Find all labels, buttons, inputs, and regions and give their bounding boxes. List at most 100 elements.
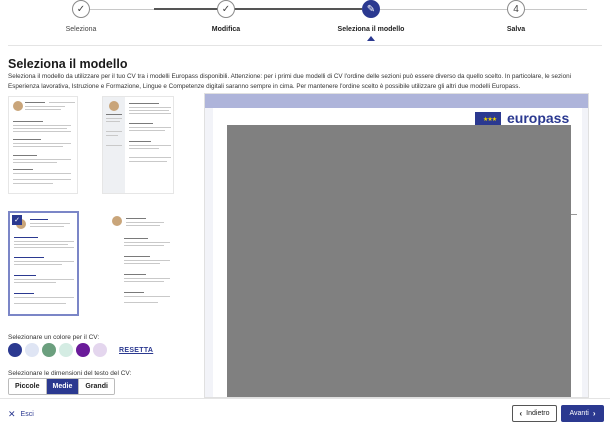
thumb-line (129, 113, 171, 115)
avatar (13, 101, 23, 111)
step-label: Salva (506, 26, 526, 33)
thumb-line (14, 264, 62, 266)
thumb-line (13, 143, 71, 145)
template-thumbnail-3-selected[interactable]: ✓ (8, 211, 79, 316)
exit-label: Esci (20, 411, 34, 418)
color-label: Selezionare un colore per il CV: (8, 334, 100, 341)
thumb-line (30, 223, 70, 225)
page-title: Seleziona il modello (8, 57, 128, 71)
thumb-line (129, 130, 165, 132)
thumb-line (124, 242, 170, 244)
active-step-caret (367, 36, 375, 41)
color-swatch-light-purple[interactable] (93, 343, 107, 357)
thumb-line (124, 256, 150, 258)
template-thumbnail-2[interactable] (102, 96, 174, 194)
template-thumbnail-4[interactable] (103, 211, 175, 315)
thumb-line (106, 145, 122, 147)
thumb-line (13, 139, 41, 141)
thumb-line (106, 135, 118, 137)
thumb-line (124, 281, 164, 283)
back-button[interactable]: ‹ Indietro (512, 405, 557, 422)
color-swatch-light-blue[interactable] (25, 343, 39, 357)
back-label: Indietro (526, 410, 550, 417)
size-option-small[interactable]: Piccole (9, 379, 47, 394)
thumb-line (129, 141, 151, 143)
thumb-line (126, 218, 146, 220)
thumb-line (13, 146, 63, 148)
thumb-line (14, 257, 44, 259)
thumb-line (106, 121, 120, 123)
thumb-line (106, 114, 122, 116)
avatar (109, 101, 119, 111)
step-label: Seleziona (65, 26, 97, 33)
template-thumbnail-1[interactable] (8, 96, 78, 194)
color-swatch-dark-blue[interactable] (8, 343, 22, 357)
check-icon: ✓ (217, 0, 235, 18)
footer-divider (0, 398, 610, 399)
thumb-line (13, 159, 71, 161)
step-salva[interactable]: 4 Salva (456, 0, 576, 33)
thumb-line (13, 179, 71, 181)
thumb-line (13, 128, 67, 130)
thumb-line (129, 107, 171, 109)
thumb-line (13, 131, 71, 133)
step-modifica[interactable]: ✓ Modifica (166, 0, 286, 33)
avatar (112, 216, 122, 226)
check-icon: ✓ (72, 0, 90, 18)
thumb-line (13, 173, 71, 175)
chevron-right-icon: › (592, 409, 596, 418)
color-swatch-light-green[interactable] (59, 343, 73, 357)
thumb-line (14, 244, 68, 246)
exit-link[interactable]: ✕ Esci (8, 409, 34, 420)
check-icon: ✓ (12, 215, 22, 225)
thumb-line (124, 302, 158, 304)
preview-mark (571, 214, 577, 215)
thumb-line (124, 263, 160, 265)
thumb-line (124, 245, 164, 247)
thumb-line (14, 293, 34, 295)
step-label: Seleziona il modello (337, 26, 405, 33)
thumb-line (13, 169, 33, 171)
thumb-line (129, 145, 171, 147)
thumb-line (14, 237, 38, 239)
preview-header-band (205, 94, 588, 108)
next-button[interactable]: Avanti › (561, 405, 604, 422)
thumb-line (25, 102, 45, 104)
step-seleziona[interactable]: ✓ Seleziona (21, 0, 141, 33)
step-seleziona-modello[interactable]: ✎ Seleziona il modello (311, 0, 431, 41)
cv-preview: ★★★ europass (204, 93, 589, 398)
thumb-line (30, 226, 64, 228)
reset-color-link[interactable]: RESETTA (119, 347, 153, 354)
edit-icon: ✎ (362, 0, 380, 18)
thumb-line (13, 125, 71, 127)
thumb-line (106, 131, 122, 133)
thumb-line (14, 247, 74, 249)
thumb-line (14, 261, 74, 263)
color-swatch-purple[interactable] (76, 343, 90, 357)
color-swatch-green[interactable] (42, 343, 56, 357)
europass-logo: europass (507, 110, 570, 126)
thumb-line (129, 161, 167, 163)
step-number: 4 (507, 0, 525, 18)
text-size-label: Selezionare le dimensioni del testo del … (8, 370, 132, 377)
thumb-line (129, 148, 159, 150)
thumb-line (124, 260, 170, 262)
chevron-left-icon: ‹ (519, 409, 523, 418)
thumb-line (14, 303, 66, 305)
thumb-line (124, 274, 146, 276)
thumb-line (126, 222, 164, 224)
preview-content-placeholder (227, 125, 571, 397)
thumb-line (13, 155, 37, 157)
thumb-line (13, 183, 53, 185)
intro-text: Seleziona il modello da utilizzare per i… (8, 73, 571, 90)
step-label: Modifica (211, 26, 241, 33)
size-option-medium[interactable]: Medie (46, 379, 80, 394)
size-option-large[interactable]: Grandi (79, 379, 114, 394)
thumb-line (124, 292, 144, 294)
thumb-line (49, 102, 75, 104)
thumb-line (14, 241, 74, 243)
header-divider (8, 45, 602, 46)
close-icon: ✕ (8, 409, 16, 419)
thumb-line (129, 103, 159, 105)
thumb-line (124, 278, 170, 280)
